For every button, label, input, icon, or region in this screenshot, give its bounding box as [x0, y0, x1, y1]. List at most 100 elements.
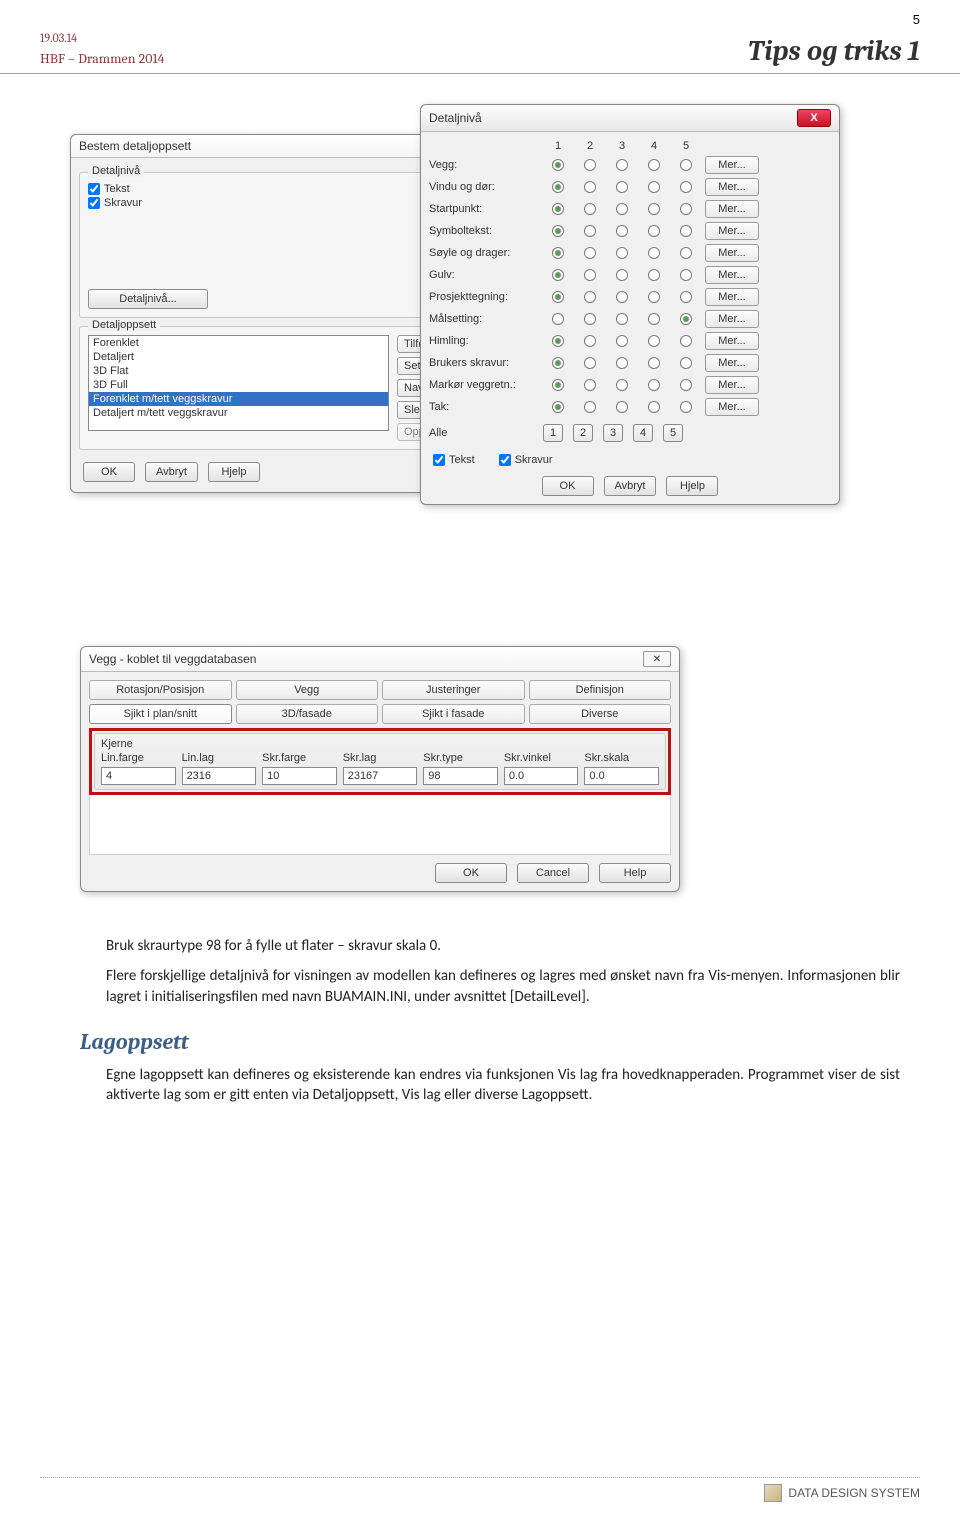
alle-4[interactable]: 4 — [633, 424, 653, 442]
close-icon[interactable]: ✕ — [643, 651, 671, 667]
radio[interactable] — [648, 291, 660, 303]
list-item[interactable]: Forenklet — [89, 336, 388, 350]
val-linlag[interactable]: 2316 — [182, 767, 257, 785]
radio[interactable] — [552, 313, 564, 325]
radio[interactable] — [552, 379, 564, 391]
list-item-selected[interactable]: Forenklet m/tett veggskravur — [89, 392, 388, 406]
mer-button[interactable]: Mer... — [705, 310, 759, 328]
mer-button[interactable]: Mer... — [705, 332, 759, 350]
mer-button[interactable]: Mer... — [705, 244, 759, 262]
tab-definisjon[interactable]: Definisjon — [529, 680, 672, 700]
detalj-chk-skravur[interactable]: Skravur — [499, 454, 553, 466]
detaljoppsett-list[interactable]: Forenklet Detaljert 3D Flat 3D Full Fore… — [88, 335, 389, 431]
radio[interactable] — [680, 313, 692, 325]
radio[interactable] — [648, 159, 660, 171]
val-linfarge[interactable]: 4 — [101, 767, 176, 785]
radio[interactable] — [552, 269, 564, 281]
radio[interactable] — [648, 335, 660, 347]
radio[interactable] — [552, 335, 564, 347]
vegg-cancel-button[interactable]: Cancel — [517, 863, 589, 883]
radio[interactable] — [648, 379, 660, 391]
vegg-ok-button[interactable]: OK — [435, 863, 507, 883]
radio[interactable] — [584, 247, 596, 259]
val-skrtype[interactable]: 98 — [423, 767, 498, 785]
radio[interactable] — [648, 357, 660, 369]
radio[interactable] — [680, 225, 692, 237]
tab-justeringer[interactable]: Justeringer — [382, 680, 525, 700]
radio[interactable] — [584, 269, 596, 281]
radio[interactable] — [616, 203, 628, 215]
detaljniva-button[interactable]: Detaljnivå... — [88, 289, 208, 309]
detalj-avbryt-button[interactable]: Avbryt — [604, 476, 657, 496]
radio[interactable] — [648, 225, 660, 237]
mer-button[interactable]: Mer... — [705, 200, 759, 218]
mer-button[interactable]: Mer... — [705, 354, 759, 372]
radio[interactable] — [648, 203, 660, 215]
radio[interactable] — [648, 181, 660, 193]
vegg-help-button[interactable]: Help — [599, 863, 671, 883]
detalj-chk-tekst[interactable]: Tekst — [433, 454, 475, 466]
tab-sjikt-plan[interactable]: Sjikt i plan/snitt — [89, 704, 232, 724]
radio[interactable] — [552, 203, 564, 215]
tab-vegg[interactable]: Vegg — [236, 680, 379, 700]
mer-button[interactable]: Mer... — [705, 178, 759, 196]
radio[interactable] — [616, 379, 628, 391]
radio[interactable] — [648, 247, 660, 259]
radio[interactable] — [616, 401, 628, 413]
radio[interactable] — [648, 313, 660, 325]
detalj-hjelp-button[interactable]: Hjelp — [666, 476, 718, 496]
avbryt-button[interactable]: Avbryt — [145, 462, 198, 482]
radio[interactable] — [552, 291, 564, 303]
mer-button[interactable]: Mer... — [705, 398, 759, 416]
chk-tekst[interactable]: Tekst — [88, 183, 452, 195]
alle-5[interactable]: 5 — [663, 424, 683, 442]
radio[interactable] — [680, 291, 692, 303]
val-skrlag[interactable]: 23167 — [343, 767, 418, 785]
radio[interactable] — [584, 181, 596, 193]
close-icon[interactable]: X — [797, 109, 831, 127]
radio[interactable] — [680, 335, 692, 347]
list-item[interactable]: Detaljert — [89, 350, 388, 364]
tab-rotasjon[interactable]: Rotasjon/Posisjon — [89, 680, 232, 700]
radio[interactable] — [680, 379, 692, 391]
radio[interactable] — [648, 269, 660, 281]
radio[interactable] — [680, 181, 692, 193]
hjelp-button[interactable]: Hjelp — [208, 462, 260, 482]
radio[interactable] — [584, 401, 596, 413]
radio[interactable] — [680, 357, 692, 369]
radio[interactable] — [680, 401, 692, 413]
radio[interactable] — [616, 181, 628, 193]
radio[interactable] — [616, 269, 628, 281]
radio[interactable] — [552, 225, 564, 237]
list-item[interactable]: 3D Flat — [89, 364, 388, 378]
mer-button[interactable]: Mer... — [705, 156, 759, 174]
mer-button[interactable]: Mer... — [705, 266, 759, 284]
radio[interactable] — [616, 313, 628, 325]
list-item[interactable]: Detaljert m/tett veggskravur — [89, 406, 388, 420]
radio[interactable] — [648, 401, 660, 413]
val-skrfarge[interactable]: 10 — [262, 767, 337, 785]
radio[interactable] — [616, 225, 628, 237]
ok-button[interactable]: OK — [83, 462, 135, 482]
radio[interactable] — [680, 203, 692, 215]
radio[interactable] — [584, 291, 596, 303]
radio[interactable] — [552, 247, 564, 259]
radio[interactable] — [552, 159, 564, 171]
tab-3d-fasade[interactable]: 3D/fasade — [236, 704, 379, 724]
radio[interactable] — [552, 181, 564, 193]
tab-diverse[interactable]: Diverse — [529, 704, 672, 724]
radio[interactable] — [616, 247, 628, 259]
radio[interactable] — [680, 269, 692, 281]
radio[interactable] — [584, 203, 596, 215]
mer-button[interactable]: Mer... — [705, 288, 759, 306]
radio[interactable] — [616, 357, 628, 369]
val-skrskala[interactable]: 0.0 — [584, 767, 659, 785]
radio[interactable] — [616, 159, 628, 171]
radio[interactable] — [584, 357, 596, 369]
val-skrvinkel[interactable]: 0.0 — [504, 767, 579, 785]
radio[interactable] — [552, 401, 564, 413]
chk-skravur[interactable]: Skravur — [88, 197, 452, 209]
radio[interactable] — [584, 379, 596, 391]
radio[interactable] — [552, 357, 564, 369]
alle-3[interactable]: 3 — [603, 424, 623, 442]
